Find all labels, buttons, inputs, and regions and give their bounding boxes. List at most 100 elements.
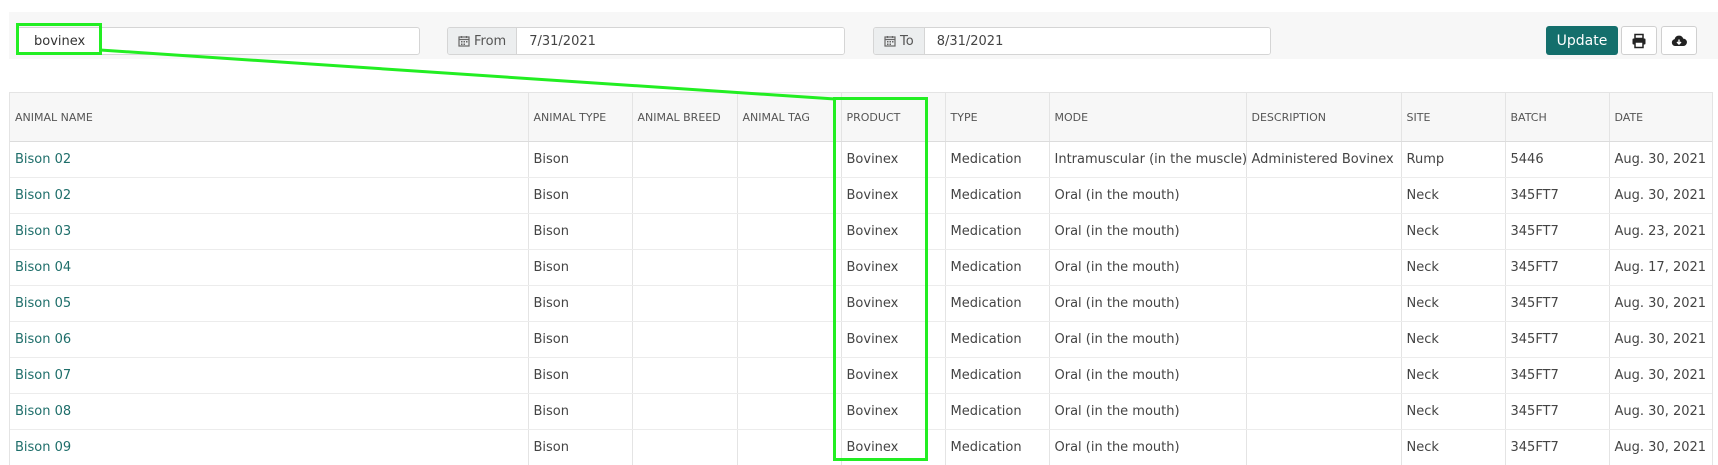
- table-cell: Bovinex: [841, 213, 946, 250]
- column-header[interactable]: ANIMAL TYPE: [528, 92, 633, 142]
- table-cell: Aug. 30, 2021: [1609, 321, 1712, 358]
- animal-name-link[interactable]: Bison 06: [10, 321, 529, 358]
- table-cell: Bison: [528, 357, 633, 394]
- table-cell: Bison: [528, 393, 633, 430]
- table-cell: 345FT7: [1505, 177, 1610, 214]
- table-cell: [737, 429, 842, 465]
- table-row[interactable]: Bison 08 Bison Bovinex Medication Oral (in t…: [10, 393, 1712, 430]
- table-cell: 345FT7: [1505, 249, 1610, 286]
- column-header[interactable]: ANIMAL TAG: [737, 92, 842, 142]
- print-button[interactable]: [1621, 26, 1657, 55]
- table-cell: Intramuscular (in the muscle): [1049, 141, 1247, 178]
- column-header[interactable]: MODE: [1049, 92, 1247, 142]
- table-cell: Medication: [945, 285, 1050, 322]
- table-row[interactable]: Bison 03 Bison Bovinex Medication Oral (in t…: [10, 213, 1712, 250]
- column-header[interactable]: ANIMAL BREED: [632, 92, 738, 142]
- table-row[interactable]: Bison 04 Bison Bovinex Medication Oral (in t…: [10, 249, 1712, 286]
- table-cell: Medication: [945, 177, 1050, 214]
- table-cell: Bovinex: [841, 249, 946, 286]
- table-cell: [1246, 393, 1402, 430]
- column-header[interactable]: DESCRIPTION: [1246, 92, 1402, 142]
- table-cell: Neck: [1401, 321, 1506, 358]
- column-header[interactable]: SITE: [1401, 92, 1506, 142]
- table-cell: Bovinex: [841, 357, 946, 394]
- table-cell: Bison: [528, 249, 633, 286]
- table-cell: Aug. 17, 2021: [1609, 249, 1712, 286]
- table-cell: Bison: [528, 141, 633, 178]
- table-row[interactable]: Bison 09 Bison Bovinex Medication Oral (in t…: [10, 429, 1712, 465]
- table-cell: [737, 393, 842, 430]
- table-row[interactable]: Bison 06 Bison Bovinex Medication Oral (in t…: [10, 321, 1712, 358]
- table-row[interactable]: Bison 02 Bison Bovinex Medication Oral (in t…: [10, 177, 1712, 214]
- table-cell: Neck: [1401, 213, 1506, 250]
- table-cell: Aug. 30, 2021: [1609, 393, 1712, 430]
- table-cell: Bovinex: [841, 177, 946, 214]
- column-header[interactable]: PRODUCT: [841, 92, 946, 142]
- download-button[interactable]: [1661, 26, 1697, 55]
- records-table-container: ANIMAL NAME ANIMAL TYPE ANIMAL BREED ANIMAL…: [9, 92, 1713, 465]
- calendar-icon: [458, 36, 470, 47]
- animal-name-link[interactable]: Bison 03: [10, 213, 529, 250]
- table-cell: [737, 177, 842, 214]
- from-addon: From: [448, 28, 518, 54]
- table-cell: Neck: [1401, 177, 1506, 214]
- table-cell: 345FT7: [1505, 357, 1610, 394]
- table-cell: [632, 177, 738, 214]
- to-date-group: To: [873, 27, 1271, 55]
- table-cell: Aug. 30, 2021: [1609, 141, 1712, 178]
- animal-name-link[interactable]: Bison 04: [10, 249, 529, 286]
- table-cell: Bison: [528, 285, 633, 322]
- table-cell: [1246, 429, 1402, 465]
- table-row[interactable]: Bison 02 Bison Bovinex Medication Intramuscu…: [10, 141, 1712, 178]
- table-cell: [737, 249, 842, 286]
- from-date-input[interactable]: [517, 28, 844, 54]
- from-label: From: [474, 33, 507, 49]
- table-body: Bison 02 Bison Bovinex Medication Intramuscu…: [10, 141, 1712, 465]
- table-cell: 345FT7: [1505, 285, 1610, 322]
- cloud-download-icon: [1671, 35, 1687, 46]
- table-cell: Oral (in the mouth): [1049, 177, 1247, 214]
- animal-name-link[interactable]: Bison 07: [10, 357, 529, 394]
- table-cell: Bovinex: [841, 429, 946, 465]
- table-cell: [737, 357, 842, 394]
- animal-name-link[interactable]: Bison 09: [10, 429, 529, 465]
- to-date-input[interactable]: [924, 28, 1270, 54]
- animal-name-link[interactable]: Bison 08: [10, 393, 529, 430]
- table-cell: [737, 321, 842, 358]
- animal-name-link[interactable]: Bison 05: [10, 285, 529, 322]
- from-date-group: From: [447, 27, 845, 55]
- table-row[interactable]: Bison 07 Bison Bovinex Medication Oral (in t…: [10, 357, 1712, 394]
- table-cell: Aug. 30, 2021: [1609, 177, 1712, 214]
- table-cell: [632, 393, 738, 430]
- table-cell: Oral (in the mouth): [1049, 285, 1247, 322]
- search-input[interactable]: [17, 27, 420, 55]
- table-row[interactable]: Bison 05 Bison Bovinex Medication Oral (in t…: [10, 285, 1712, 322]
- table-cell: Oral (in the mouth): [1049, 213, 1247, 250]
- table-cell: 345FT7: [1505, 213, 1610, 250]
- table-cell: [632, 141, 738, 178]
- to-label: To: [900, 33, 914, 49]
- column-header[interactable]: BATCH: [1505, 92, 1610, 142]
- table-cell: [632, 429, 738, 465]
- table-cell: [737, 141, 842, 178]
- table-cell: Medication: [945, 357, 1050, 394]
- table-cell: Bovinex: [841, 141, 946, 178]
- animal-name-link[interactable]: Bison 02: [10, 141, 529, 178]
- table-cell: Medication: [945, 249, 1050, 286]
- column-header[interactable]: TYPE: [945, 92, 1050, 142]
- table-cell: Bovinex: [841, 393, 946, 430]
- table-cell: [632, 357, 738, 394]
- table-cell: Neck: [1401, 393, 1506, 430]
- column-header[interactable]: ANIMAL NAME: [10, 92, 529, 142]
- table-cell: [632, 321, 738, 358]
- column-header[interactable]: DATE: [1609, 92, 1712, 142]
- table-cell: Oral (in the mouth): [1049, 249, 1247, 286]
- table-cell: Medication: [945, 393, 1050, 430]
- update-button[interactable]: Update: [1546, 26, 1618, 55]
- table-cell: [1246, 213, 1402, 250]
- table-cell: Aug. 23, 2021: [1609, 213, 1712, 250]
- table-cell: Bison: [528, 429, 633, 465]
- table-cell: Oral (in the mouth): [1049, 429, 1247, 465]
- animal-name-link[interactable]: Bison 02: [10, 177, 529, 214]
- table-cell: [737, 285, 842, 322]
